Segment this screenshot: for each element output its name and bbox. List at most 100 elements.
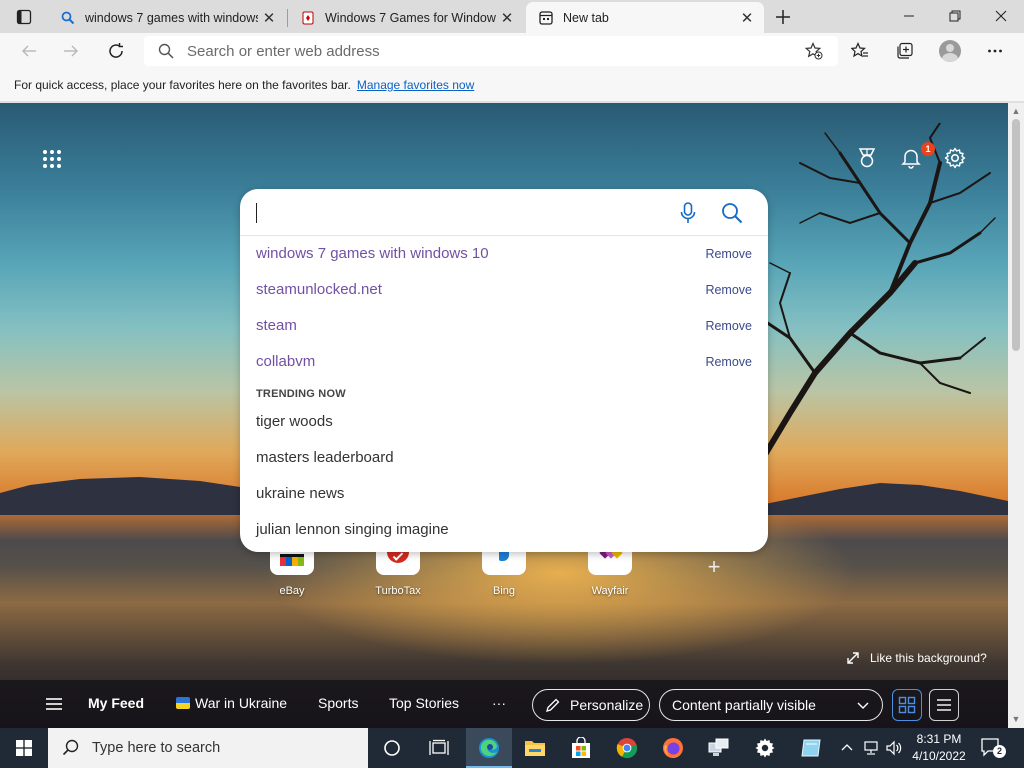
hamburger-menu-icon[interactable] (44, 694, 64, 714)
gear-icon (944, 147, 966, 169)
taskbar-app-button[interactable] (788, 728, 834, 768)
trending-item[interactable]: julian lennon singing imagine (256, 521, 449, 538)
start-button[interactable] (0, 728, 48, 768)
taskbar-search-box[interactable]: Type here to search (48, 728, 368, 768)
quick-link-ebay[interactable]: eBay (262, 551, 322, 597)
list-view-button[interactable] (929, 689, 959, 721)
page-scrollbar[interactable]: ▲ ▼ (1008, 103, 1024, 728)
cards-icon (300, 10, 316, 26)
taskbar-settings-button[interactable] (742, 728, 788, 768)
recent-search-item[interactable]: steamunlocked.net (256, 281, 382, 298)
ntp-search-input[interactable] (256, 203, 656, 223)
add-quick-link-button[interactable]: + (702, 555, 726, 579)
like-background-label: Like this background? (870, 651, 987, 665)
recent-search-item[interactable]: windows 7 games with windows 10 (256, 245, 489, 262)
taskbar-file-explorer-button[interactable] (512, 728, 558, 768)
nav-my-feed[interactable]: My Feed (88, 695, 144, 711)
scrollbar-thumb[interactable] (1012, 119, 1020, 351)
tab-title: windows 7 games with windows 10 (85, 10, 258, 25)
grid-view-icon (898, 696, 916, 714)
apps-launcher-button[interactable] (40, 147, 64, 171)
forward-arrow-icon (64, 45, 78, 57)
taskbar-firefox-button[interactable] (650, 728, 696, 768)
quick-link-bing[interactable]: Bing (474, 551, 534, 597)
back-button[interactable] (14, 37, 44, 65)
grid-icon (43, 150, 61, 168)
content-visibility-dropdown[interactable]: Content partially visible (659, 689, 883, 721)
expand-icon (847, 652, 859, 664)
show-hidden-icons-button[interactable] (838, 740, 856, 756)
cortana-button[interactable] (369, 728, 415, 768)
more-icon (988, 49, 1002, 53)
quick-link-turbotax[interactable]: TurboTax (368, 551, 428, 597)
task-view-button[interactable] (416, 728, 462, 768)
close-tab-button[interactable]: ✕ (736, 7, 758, 29)
close-tab-button[interactable]: ✕ (496, 7, 518, 29)
volume-tray-button[interactable] (884, 740, 904, 756)
task-view-icon (429, 739, 449, 755)
tab-search-results[interactable]: windows 7 games with windows 10 ✕ (48, 2, 286, 33)
taskbar-clock[interactable]: 8:31 PM 4/10/2022 (904, 731, 974, 765)
settings-and-more-button[interactable] (980, 37, 1010, 65)
search-icon (62, 739, 79, 756)
address-input[interactable] (187, 42, 777, 60)
clock-time: 8:31 PM (916, 732, 962, 746)
voice-search-button[interactable] (677, 201, 699, 225)
quick-link-wayfair[interactable]: Wayfair (580, 551, 640, 597)
remove-recent-button[interactable]: Remove (705, 247, 752, 261)
trending-item[interactable]: masters leaderboard (256, 449, 394, 466)
forward-button[interactable] (56, 37, 86, 65)
favorites-button[interactable] (845, 37, 875, 65)
like-background-button[interactable]: Like this background? (846, 651, 987, 665)
chevron-down-icon (857, 702, 869, 709)
nav-more-button[interactable]: ··· (492, 695, 506, 711)
trending-item[interactable]: ukraine news (256, 485, 344, 502)
remove-recent-button[interactable]: Remove (705, 319, 752, 333)
nav-sports[interactable]: Sports (318, 695, 358, 711)
network-tray-button[interactable] (861, 740, 883, 756)
collections-icon (897, 42, 913, 59)
taskbar-edge-button[interactable] (466, 728, 512, 768)
rewards-button[interactable] (854, 145, 880, 171)
ntp-search-submit-button[interactable] (719, 200, 745, 226)
tab-actions-menu-button[interactable] (8, 6, 40, 28)
minimize-button[interactable] (886, 0, 932, 32)
add-favorite-button[interactable] (804, 41, 824, 61)
close-icon (995, 10, 1007, 22)
close-window-button[interactable] (978, 0, 1024, 32)
recent-search-item[interactable]: collabvm (256, 353, 315, 370)
remove-recent-button[interactable]: Remove (705, 283, 752, 297)
profile-avatar[interactable] (939, 40, 961, 62)
remove-recent-button[interactable]: Remove (705, 355, 752, 369)
nav-top-stories[interactable]: Top Stories (389, 695, 459, 711)
page-settings-button[interactable] (942, 145, 968, 171)
refresh-button[interactable] (101, 37, 131, 65)
taskbar-store-button[interactable] (558, 728, 604, 768)
taskbar-network-app-button[interactable] (696, 728, 742, 768)
quick-link-label: Wayfair (591, 585, 629, 597)
tab-actions-icon (16, 9, 32, 25)
trending-item[interactable]: tiger woods (256, 413, 333, 430)
manage-favorites-link[interactable]: Manage favorites now (357, 78, 474, 92)
firefox-icon (663, 738, 683, 758)
quick-link-label: TurboTax (375, 585, 421, 597)
tab-new-tab[interactable]: New tab ✕ (526, 2, 764, 33)
taskbar-chrome-button[interactable] (604, 728, 650, 768)
personalize-button[interactable]: Personalize (532, 689, 650, 721)
tab-windows7-games[interactable]: Windows 7 Games for Windows 10 ✕ (288, 2, 524, 33)
store-bag-icon (572, 737, 590, 758)
ebay-logo-icon (270, 551, 314, 575)
nav-war-in-ukraine[interactable]: War in Ukraine (176, 695, 287, 711)
collections-button[interactable] (890, 37, 920, 65)
app-window-icon (801, 739, 821, 757)
close-tab-button[interactable]: ✕ (258, 7, 280, 29)
grid-view-button[interactable] (892, 689, 922, 721)
address-bar[interactable] (144, 36, 838, 66)
action-center-button[interactable]: 2 (980, 736, 1006, 760)
scroll-up-arrow[interactable]: ▲ (1011, 106, 1021, 116)
scroll-down-arrow[interactable]: ▼ (1011, 714, 1021, 724)
search-divider (240, 235, 768, 236)
new-tab-button[interactable] (770, 4, 796, 30)
restore-button[interactable] (932, 0, 978, 32)
recent-search-item[interactable]: steam (256, 317, 297, 334)
